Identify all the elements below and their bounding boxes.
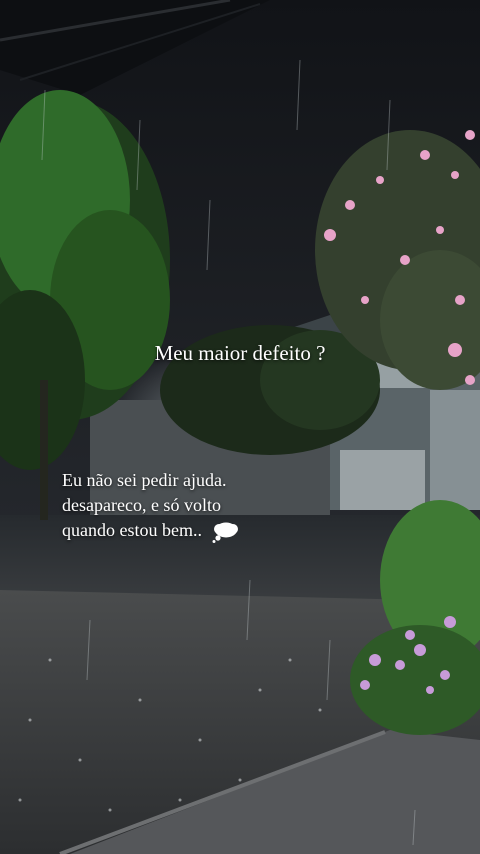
caption-line-1: Eu não sei pedir ajuda. — [62, 470, 227, 490]
caption-line-3: quando estou bem.. — [62, 518, 240, 543]
caption-line-3-text: quando estou bem.. — [62, 520, 202, 540]
overlay-question: Meu maior defeito ? — [154, 341, 326, 365]
thought-balloon-icon — [210, 521, 240, 543]
caption-line-2: desapareco, e só volto — [62, 495, 221, 515]
rainy-night-photo — [0, 0, 480, 854]
overlay-caption: Eu não sei pedir ajuda. desapareco, e só… — [62, 468, 240, 543]
